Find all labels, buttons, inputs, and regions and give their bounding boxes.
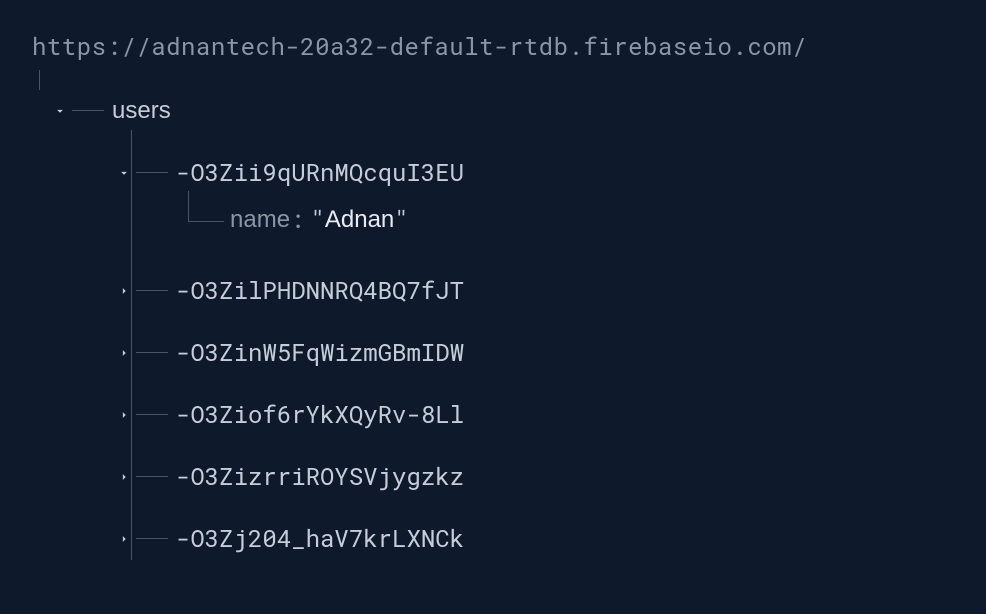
tree-connector-line <box>131 374 132 394</box>
tree-node-child-1[interactable]: -O3ZilPHDNNRQ4BQ7fJT <box>116 272 954 310</box>
tree-connector-line <box>131 250 132 270</box>
tree-field-name[interactable]: name: "Adnan" <box>180 192 954 248</box>
tree-connector-line <box>131 498 132 518</box>
tree-connector-line <box>136 476 168 477</box>
chevron-right-icon[interactable] <box>116 531 132 547</box>
database-tree: https://adnantech-20a32-default-rtdb.fir… <box>32 30 954 558</box>
tree-key-label: -O3ZilPHDNNRQ4BQ7fJT <box>176 274 464 308</box>
tree-key-label: users <box>112 94 171 128</box>
tree-connector-line <box>131 436 132 456</box>
chevron-down-icon[interactable] <box>116 165 132 181</box>
field-key-label: name <box>230 203 290 237</box>
tree-connector-line <box>136 290 168 291</box>
chevron-down-icon[interactable] <box>52 103 68 119</box>
chevron-right-icon[interactable] <box>116 407 132 423</box>
tree-key-label: -O3ZinW5FqWizmGBmIDW <box>176 336 464 370</box>
tree-connector-line <box>136 172 168 173</box>
tree-connector-line <box>136 352 168 353</box>
tree-node-child-0[interactable]: -O3Zii9qURnMQcquI3EU <box>116 154 954 192</box>
tree-connector-line <box>131 132 132 152</box>
field-value: Adnan <box>325 203 394 237</box>
tree-node-child-2[interactable]: -O3ZinW5FqWizmGBmIDW <box>116 334 954 372</box>
tree-node-child-4[interactable]: -O3ZizrriROYSVjygzkz <box>116 458 954 496</box>
tree-connector-line <box>180 205 230 235</box>
tree-connector-line <box>136 538 168 539</box>
tree-key-label: -O3Zj204_haV7krLXNCk <box>176 522 464 556</box>
chevron-right-icon[interactable] <box>116 345 132 361</box>
tree-node-child-3[interactable]: -O3Ziof6rYkXQyRv-8Ll <box>116 396 954 434</box>
database-root-url[interactable]: https://adnantech-20a32-default-rtdb.fir… <box>32 30 954 64</box>
tree-node-users[interactable]: users <box>52 92 954 130</box>
chevron-right-icon[interactable] <box>116 283 132 299</box>
tree-key-label: -O3Ziof6rYkXQyRv-8Ll <box>176 398 464 432</box>
tree-key-label: -O3ZizrriROYSVjygzkz <box>176 460 464 494</box>
tree-connector-line <box>131 312 132 332</box>
tree-node-child-5[interactable]: -O3Zj204_haV7krLXNCk <box>116 520 954 558</box>
tree-key-label: -O3Zii9qURnMQcquI3EU <box>176 156 464 190</box>
tree-connector-line <box>136 414 168 415</box>
chevron-right-icon[interactable] <box>116 469 132 485</box>
tree-connector-line <box>39 70 40 90</box>
tree-connector-line <box>72 110 104 111</box>
